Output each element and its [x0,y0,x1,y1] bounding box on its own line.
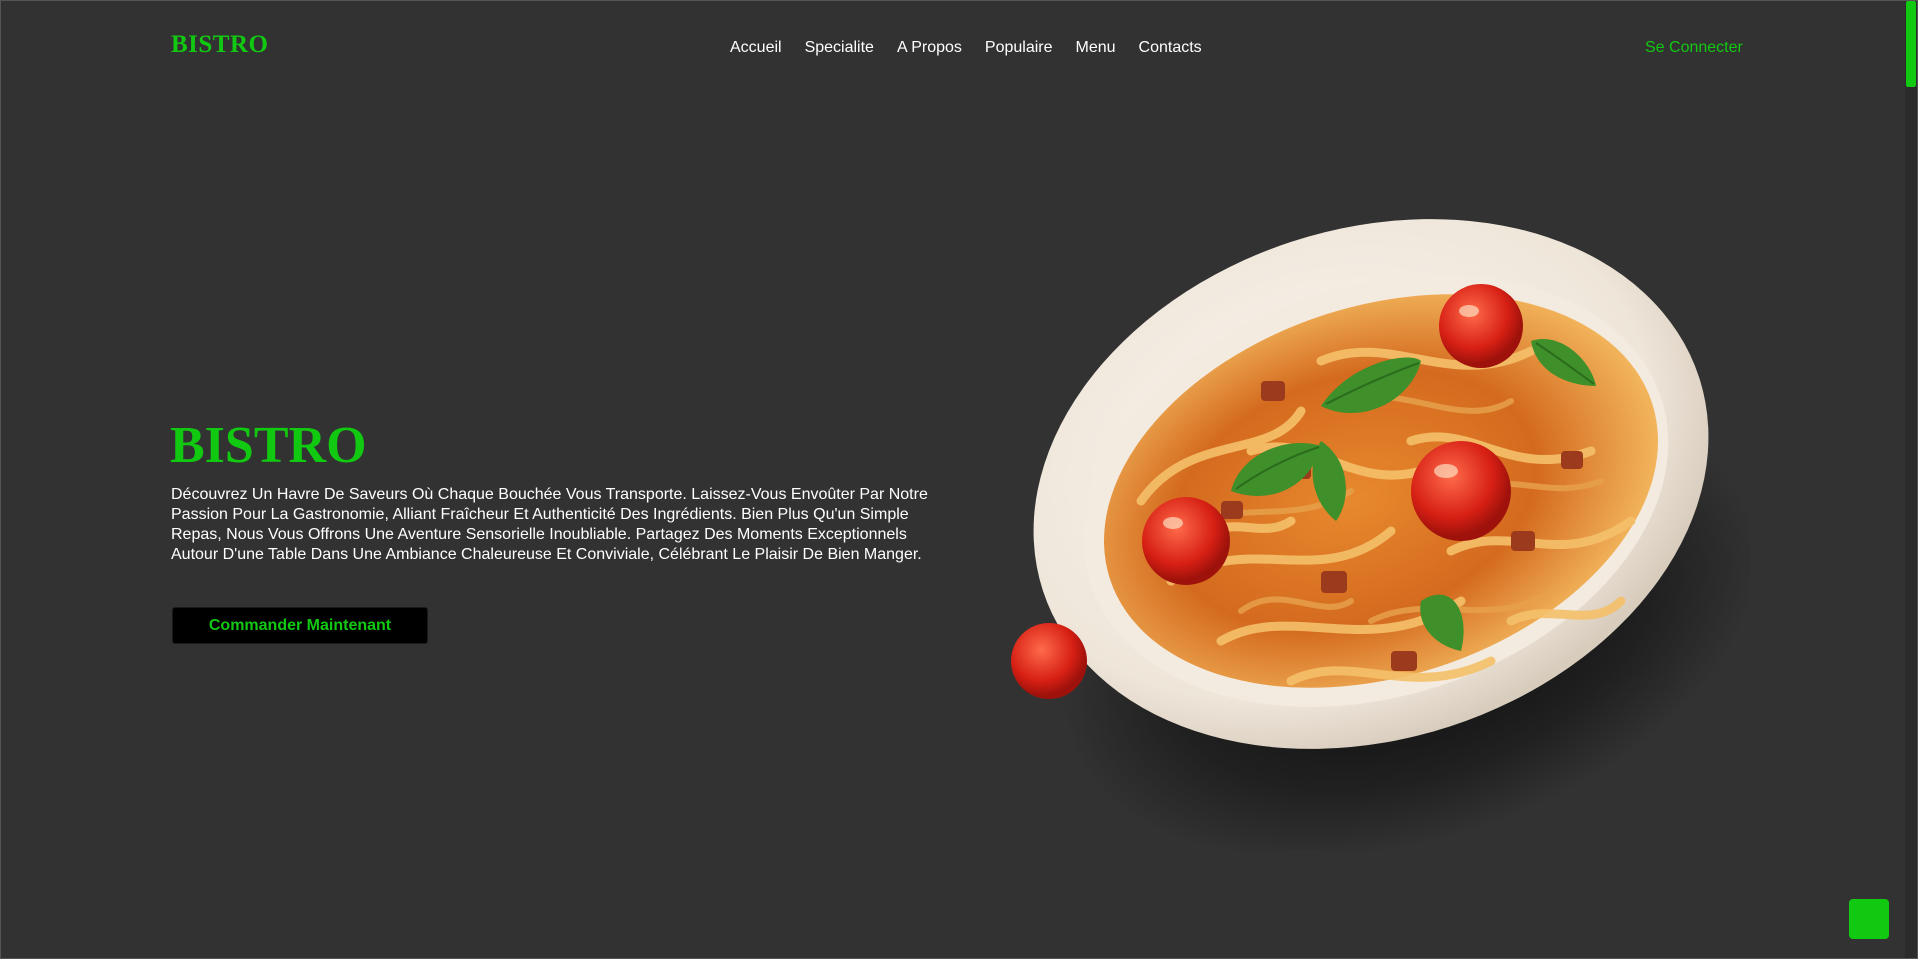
pasta-dish-image [1011,219,1751,851]
page: BISTRO Accueil Specialite A Propos Popul… [0,0,1918,959]
order-now-button[interactable]: Commander Maintenant [172,607,428,644]
hero-title: BISTRO [170,417,367,474]
nav-item-contacts[interactable]: Contacts [1139,38,1202,58]
nav-item-populaire[interactable]: Populaire [985,38,1053,58]
scrollbar[interactable] [1905,1,1917,958]
nav-item-accueil[interactable]: Accueil [730,38,782,58]
back-to-top-icon[interactable] [1849,899,1889,939]
scrollbar-thumb[interactable] [1906,1,1916,87]
logo[interactable]: BISTRO [171,31,268,59]
nav-item-specialite[interactable]: Specialite [805,38,874,58]
main-nav: Accueil Specialite A Propos Populaire Me… [730,38,1225,58]
nav-item-menu[interactable]: Menu [1076,38,1116,58]
login-link[interactable]: Se Connecter [1645,38,1743,58]
nav-item-a-propos[interactable]: A Propos [897,38,962,58]
hero-description: Découvrez Un Havre De Saveurs Où Chaque … [171,486,928,563]
